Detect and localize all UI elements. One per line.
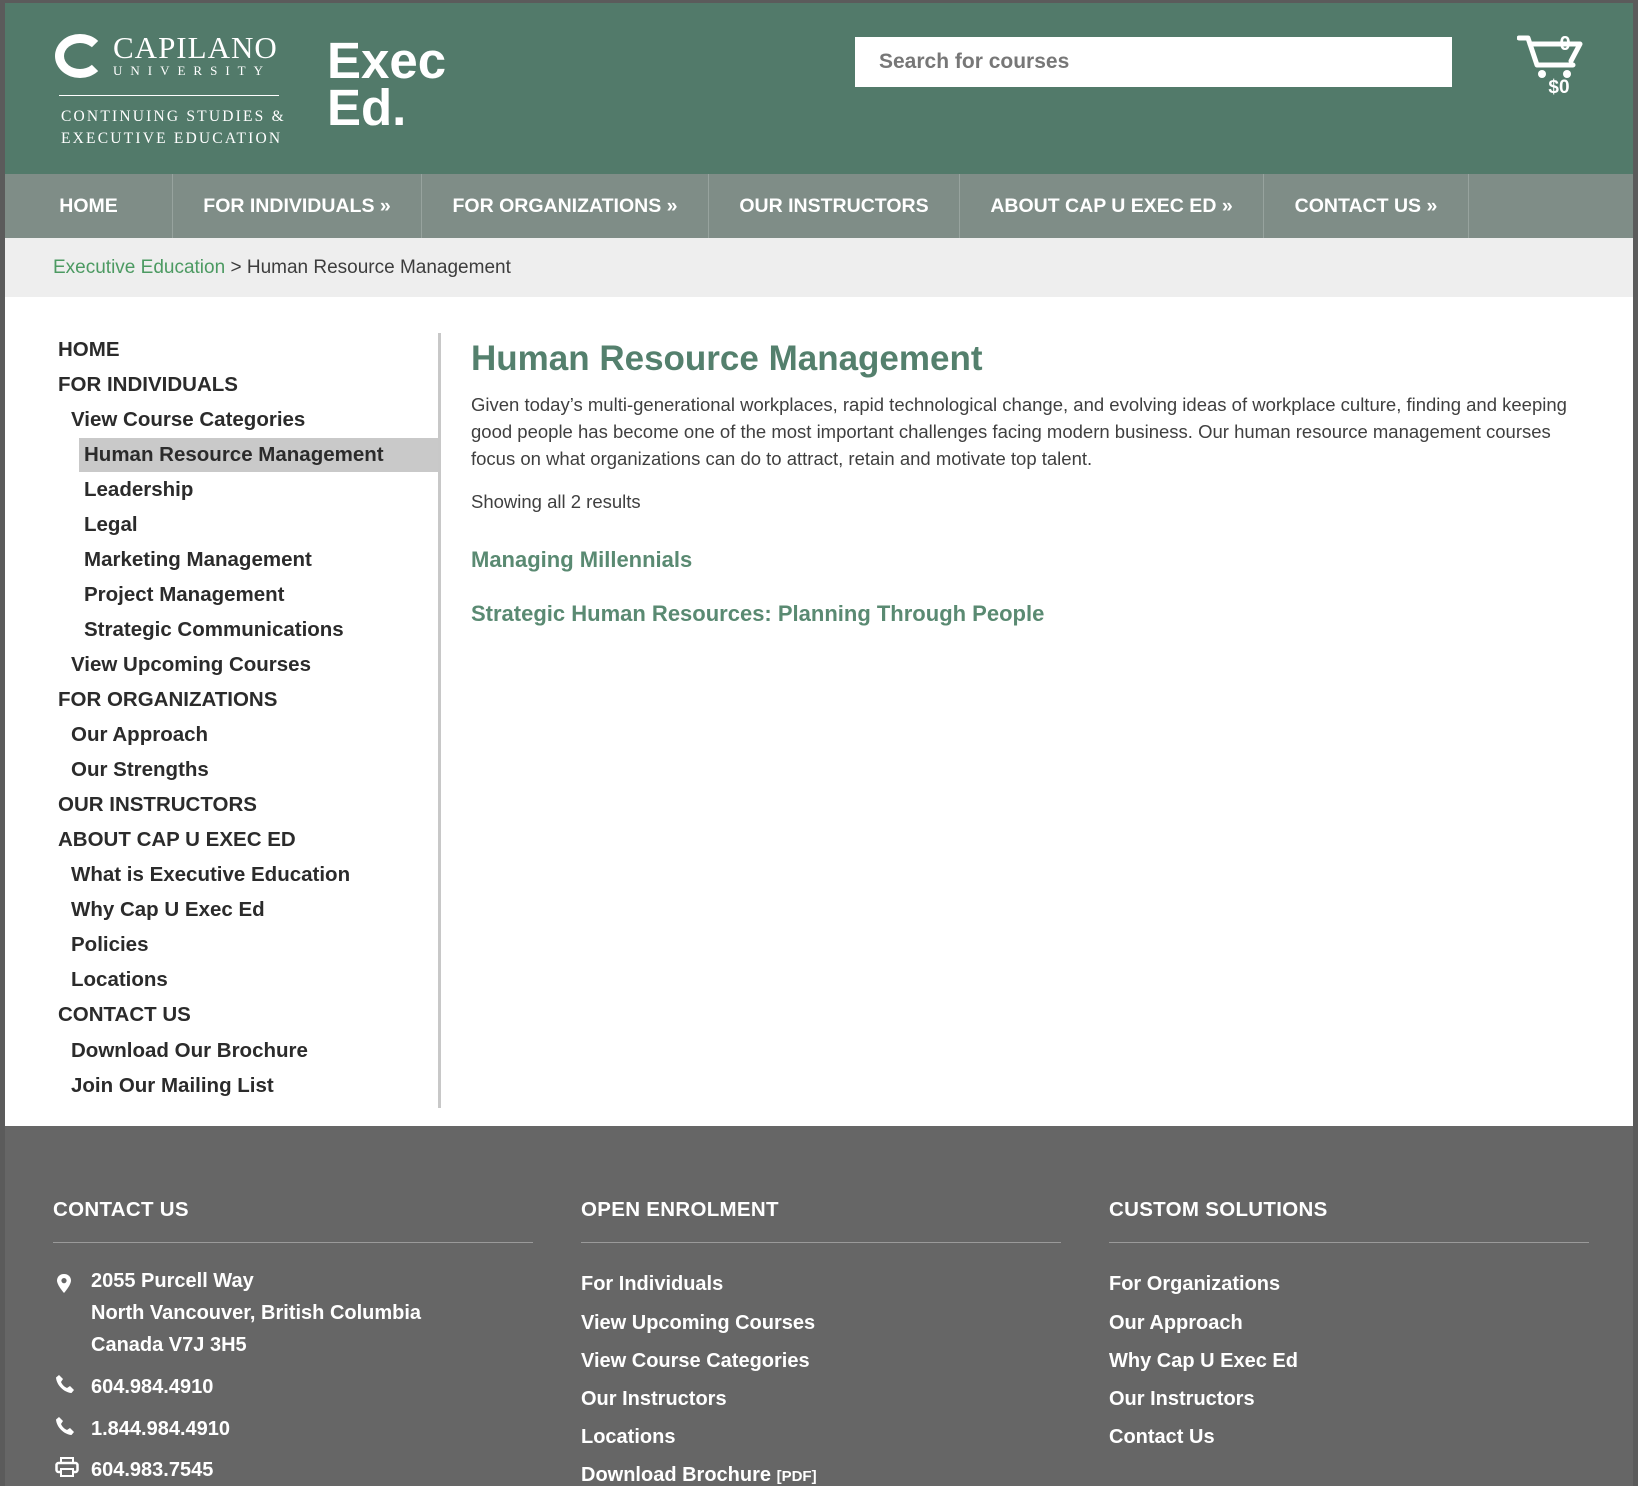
footer-divider: [581, 1242, 1061, 1243]
logo-line-2: EXECUTIVE EDUCATION: [61, 130, 283, 147]
sidebar-item-view-course-categories[interactable]: View Course Categories: [5, 403, 305, 437]
footer-fax: 604.983.7545: [91, 1459, 214, 1481]
breadcrumb-link-executive-education[interactable]: Executive Education: [53, 257, 225, 278]
footer-link-for-individuals[interactable]: For Individuals: [581, 1273, 723, 1296]
footer-link-contact-us[interactable]: Contact Us: [1109, 1426, 1215, 1449]
pdf-tag: [PDF]: [776, 1468, 817, 1485]
nav-contact-us[interactable]: CONTACT US »: [1264, 174, 1469, 238]
logo-name: CAPILANO: [113, 30, 278, 65]
cart-total: $0: [1548, 77, 1570, 98]
page: CAPILANO UNIVERSITY CONTINUING STUDIES &…: [0, 0, 1638, 1486]
cart-count: 0: [1559, 33, 1571, 55]
footer-link-view-course-categories[interactable]: View Course Categories: [581, 1350, 810, 1373]
footer-link-why-cap-u-exec-ed[interactable]: Why Cap U Exec Ed: [1109, 1350, 1298, 1373]
site-footer: CONTACT US 2055 Purcell Way North Vancou…: [5, 1126, 1633, 1486]
nav-for-individuals[interactable]: FOR INDIVIDUALS »: [173, 174, 422, 238]
footer-link-our-instructors-custom[interactable]: Our Instructors: [1109, 1388, 1255, 1411]
sidebar-item-view-upcoming-courses[interactable]: View Upcoming Courses: [5, 648, 311, 682]
phone-icon: [56, 1417, 74, 1435]
cart-widget[interactable]: 0 $0: [1517, 31, 1587, 101]
sidebar-item-human-resource-management[interactable]: Human Resource Management: [79, 438, 438, 472]
sidebar-item-project-management[interactable]: Project Management: [5, 578, 285, 612]
exec-ed-line-1: Exec: [327, 32, 447, 89]
nav-home[interactable]: HOME: [5, 174, 173, 238]
results-count: Showing all 2 results: [471, 491, 641, 512]
nav-our-instructors[interactable]: OUR INSTRUCTORS: [709, 174, 960, 238]
sidebar-item-what-is-executive-education[interactable]: What is Executive Education: [5, 858, 350, 892]
main-nav: HOME FOR INDIVIDUALS » FOR ORGANIZATIONS…: [5, 174, 1633, 238]
exec-ed-wordmark[interactable]: Exec Ed.: [327, 32, 447, 136]
footer-link-for-organizations[interactable]: For Organizations: [1109, 1273, 1280, 1296]
course-link-managing-millennials[interactable]: Managing Millennials: [471, 547, 692, 573]
breadcrumb: Executive Education > Human Resource Man…: [5, 238, 1633, 297]
footer-heading-open-enrolment: OPEN ENROLMENT: [581, 1198, 779, 1221]
sidebar-item-our-approach[interactable]: Our Approach: [5, 718, 208, 752]
footer-link-our-approach[interactable]: Our Approach: [1109, 1312, 1243, 1335]
sidebar-item-about-cap-u-exec-ed[interactable]: ABOUT CAP U EXEC ED: [5, 823, 296, 857]
page-title: Human Resource Management: [471, 339, 983, 378]
logo-university: UNIVERSITY: [113, 63, 271, 78]
logo-wordmark: CAPILANO UNIVERSITY: [55, 31, 285, 81]
sidebar-item-for-individuals[interactable]: FOR INDIVIDUALS: [5, 368, 238, 402]
footer-heading-contact: CONTACT US: [53, 1198, 189, 1221]
sidebar-item-join-our-mailing-list[interactable]: Join Our Mailing List: [5, 1069, 274, 1103]
course-link-strategic-human-resources[interactable]: Strategic Human Resources: Planning Thro…: [471, 601, 1044, 627]
sidebar-item-leadership[interactable]: Leadership: [5, 473, 193, 507]
footer-link-download-brochure-label: Download Brochure: [581, 1464, 772, 1486]
printer-icon: [55, 1457, 79, 1477]
category-description: Given today’s multi-generational workpla…: [471, 394, 1567, 469]
footer-address-line-3: Canada V7J 3H5: [91, 1334, 247, 1356]
sidebar-item-download-our-brochure[interactable]: Download Our Brochure: [5, 1034, 308, 1068]
sidebar-item-for-organizations[interactable]: FOR ORGANIZATIONS: [5, 683, 277, 717]
footer-address-line-2: North Vancouver, British Columbia: [91, 1302, 422, 1324]
nav-for-organizations[interactable]: FOR ORGANIZATIONS »: [422, 174, 709, 238]
sidebar-item-our-strengths[interactable]: Our Strengths: [5, 753, 209, 787]
footer-divider: [1109, 1242, 1589, 1243]
sidebar-item-policies[interactable]: Policies: [5, 928, 149, 962]
logo-divider: [59, 95, 279, 96]
sidebar-item-locations[interactable]: Locations: [5, 963, 168, 997]
footer-link-download-brochure[interactable]: Download Brochure [PDF]: [581, 1464, 817, 1486]
exec-ed-line-2: Ed.: [327, 79, 407, 136]
sidebar-item-strategic-communications[interactable]: Strategic Communications: [5, 613, 344, 647]
breadcrumb-current: Human Resource Management: [246, 257, 511, 278]
sidebar-item-contact-us[interactable]: CONTACT US: [5, 998, 191, 1032]
site-header: CAPILANO UNIVERSITY CONTINUING STUDIES &…: [5, 3, 1633, 174]
breadcrumb-separator: >: [230, 257, 242, 278]
footer-link-view-upcoming-courses[interactable]: View Upcoming Courses: [581, 1312, 815, 1335]
footer-phone-2[interactable]: 1.844.984.4910: [91, 1418, 230, 1441]
capilano-logo-icon: [55, 34, 105, 78]
footer-phone-1[interactable]: 604.984.4910: [91, 1376, 213, 1399]
sidebar-item-our-instructors[interactable]: OUR INSTRUCTORS: [5, 788, 257, 822]
search-input[interactable]: [855, 37, 1452, 87]
sidebar-item-marketing-management[interactable]: Marketing Management: [5, 543, 312, 577]
sidebar-item-home[interactable]: HOME: [5, 333, 120, 367]
capilano-logo[interactable]: CAPILANO UNIVERSITY CONTINUING STUDIES &…: [55, 31, 286, 147]
footer-address-line-1: 2055 Purcell Way: [91, 1270, 254, 1292]
map-pin-icon: [57, 1274, 71, 1293]
footer-divider: [53, 1242, 533, 1243]
sidebar-item-why-cap-u-exec-ed[interactable]: Why Cap U Exec Ed: [5, 893, 265, 927]
nav-about[interactable]: ABOUT CAP U EXEC ED »: [960, 174, 1264, 238]
footer-link-locations[interactable]: Locations: [581, 1426, 675, 1449]
sidebar-item-legal[interactable]: Legal: [5, 508, 138, 542]
logo-line-1: CONTINUING STUDIES &: [61, 108, 286, 125]
sidebar-nav: HOME FOR INDIVIDUALS View Course Categor…: [5, 333, 441, 1108]
phone-icon: [56, 1375, 74, 1393]
footer-link-our-instructors[interactable]: Our Instructors: [581, 1388, 727, 1411]
footer-heading-custom-solutions: CUSTOM SOLUTIONS: [1109, 1198, 1328, 1221]
